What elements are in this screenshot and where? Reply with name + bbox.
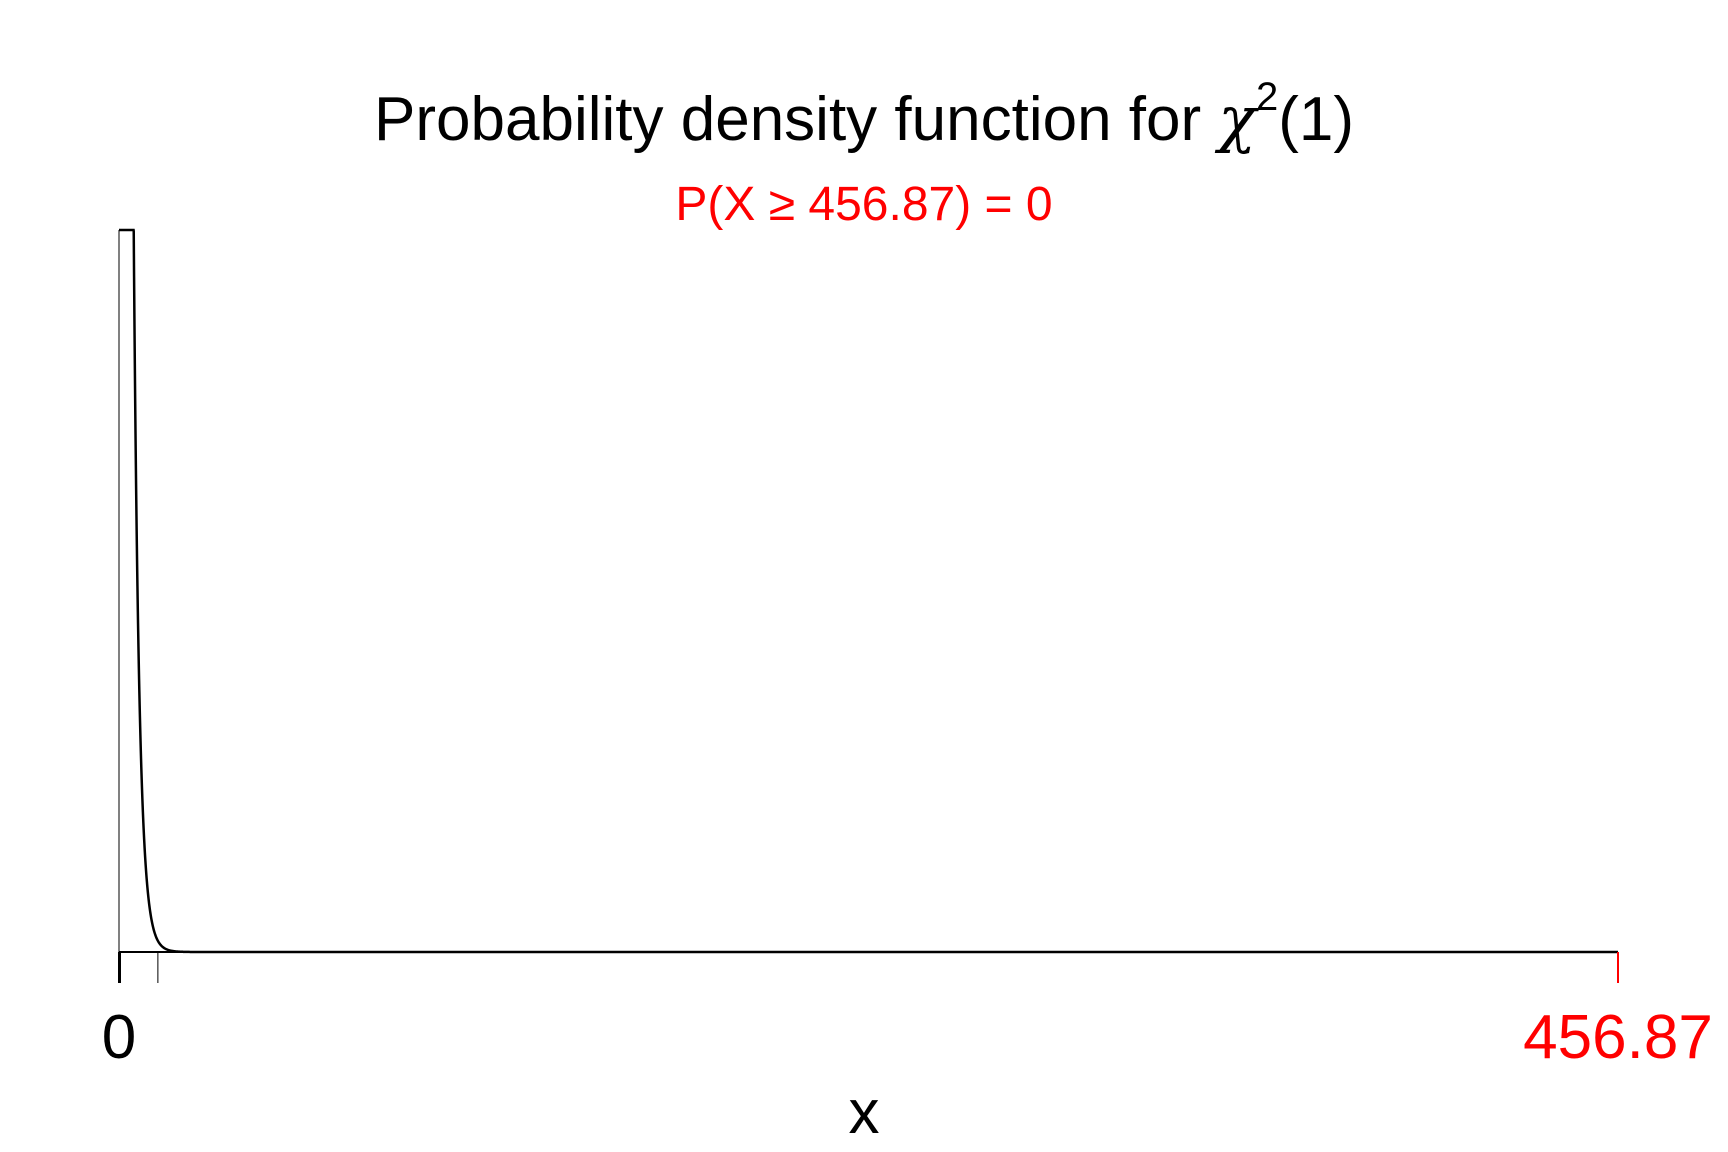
chart-title-superscript: 2: [1256, 75, 1278, 119]
chart-title: Probability density function for χ2(1): [374, 75, 1354, 155]
x-axis-label: x: [849, 1078, 880, 1147]
chart-subtitle: P(X ≥ 456.87) = 0: [675, 178, 1052, 231]
x-axis: 0 456.87: [102, 230, 1713, 1072]
chart: Probability density function for χ2(1) P…: [102, 75, 1713, 1147]
chart-title-prefix: Probability density function for: [374, 85, 1218, 154]
x-tick-label: 456.87: [1523, 1003, 1713, 1072]
chart-title-suffix: (1): [1278, 85, 1354, 154]
chart-title-symbol: χ: [1214, 82, 1259, 155]
plot-area: [119, 228, 1618, 954]
density-curve: [119, 228, 1618, 954]
x-tick-label: 0: [102, 1003, 136, 1072]
